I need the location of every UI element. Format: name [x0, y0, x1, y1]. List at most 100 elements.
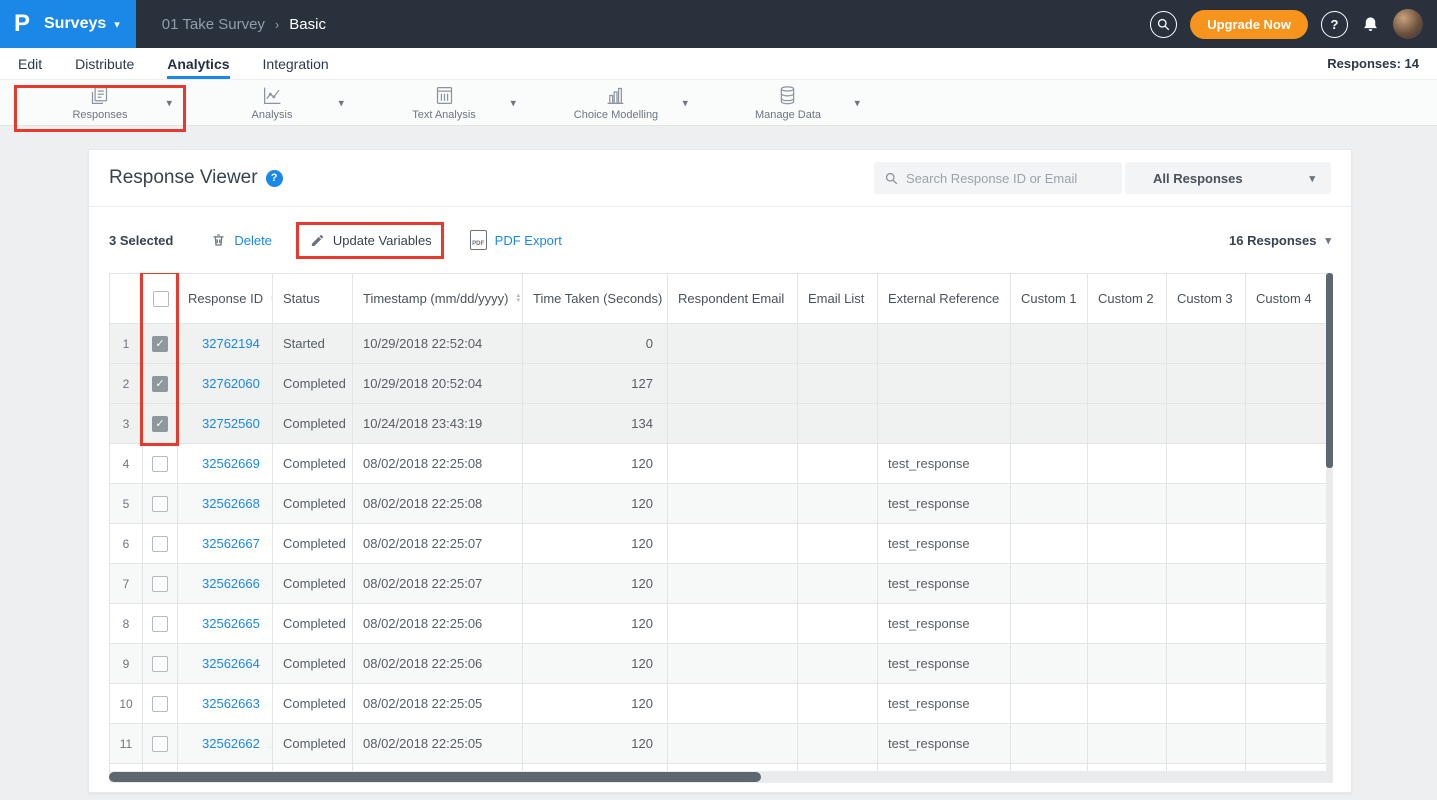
timestamp-cell: 08/02/2018 22:25:06 — [353, 644, 523, 684]
row-checkbox[interactable] — [152, 576, 168, 592]
notifications-button[interactable] — [1361, 15, 1380, 34]
manage-data-dropdown-caret-icon[interactable] — [854, 96, 860, 109]
row-checkbox[interactable] — [152, 536, 168, 552]
external-reference-cell: test_response — [878, 604, 1011, 644]
response-id-link[interactable]: 32562668 — [202, 496, 260, 511]
responses-dropdown-caret-icon[interactable] — [166, 96, 172, 109]
col-response-id[interactable]: Response ID — [178, 274, 273, 324]
response-id-link[interactable]: 32562666 — [202, 576, 260, 591]
toolbar-choice-modelling[interactable]: Choice Modelling — [574, 85, 658, 121]
custom-3-cell — [1167, 324, 1246, 364]
email-list-cell — [798, 484, 878, 524]
manage-data-icon — [776, 85, 799, 106]
toolbar-manage-data[interactable]: Manage Data — [755, 85, 821, 121]
respondent-email-cell — [668, 444, 798, 484]
text-analysis-dropdown-caret-icon[interactable] — [510, 96, 516, 109]
tab-integration[interactable]: Integration — [263, 48, 329, 79]
select-all-checkbox[interactable] — [153, 291, 169, 307]
row-checkbox[interactable] — [152, 496, 168, 512]
time-taken-cell: 0 — [523, 324, 668, 364]
delete-button[interactable]: Delete — [211, 232, 272, 248]
vertical-scrollbar-thumb[interactable] — [1326, 273, 1333, 468]
vertical-scrollbar[interactable] — [1326, 273, 1333, 771]
external-reference-cell: test_response — [878, 444, 1011, 484]
response-id-link[interactable]: 32762194 — [202, 336, 260, 351]
tab-analytics[interactable]: Analytics — [167, 48, 229, 79]
questionpro-logo: P — [0, 10, 44, 38]
toolbar-responses[interactable]: Responses — [72, 85, 127, 121]
toolbar-group-manage-data: Manage Data — [702, 80, 874, 125]
custom-4-cell — [1246, 444, 1327, 484]
search-button[interactable] — [1150, 11, 1177, 38]
custom-3-cell — [1167, 644, 1246, 684]
table-row: 732562666Completed08/02/2018 22:25:07120… — [110, 564, 1327, 604]
toolbar-analysis[interactable]: Analysis — [252, 85, 293, 121]
product-switcher[interactable]: P Surveys — [0, 0, 136, 48]
external-reference-cell — [878, 404, 1011, 444]
col-timestamp-label: Timestamp (mm/dd/yyyy) — [363, 291, 508, 306]
row-number: 2 — [110, 364, 143, 404]
timestamp-cell: 10/29/2018 20:52:04 — [353, 364, 523, 404]
response-id-link[interactable]: 32752560 — [202, 416, 260, 431]
custom-2-cell — [1088, 684, 1167, 724]
row-checkbox[interactable] — [152, 376, 168, 392]
tab-distribute[interactable]: Distribute — [75, 48, 134, 79]
responses-count-dropdown[interactable]: 16 Responses — [1229, 233, 1331, 248]
response-filter-dropdown[interactable]: All Responses — [1125, 162, 1331, 194]
custom-2-cell — [1088, 364, 1167, 404]
response-id-link[interactable]: 32562669 — [202, 456, 260, 471]
response-id-link[interactable]: 32562667 — [202, 536, 260, 551]
custom-1-cell — [1011, 484, 1088, 524]
avatar[interactable] — [1393, 9, 1423, 39]
row-checkbox[interactable] — [152, 416, 168, 432]
breadcrumb-survey-name[interactable]: 01 Take Survey — [162, 16, 265, 33]
update-variables-button[interactable]: Update Variables — [310, 233, 432, 248]
toolbar-text-analysis[interactable]: Text Analysis — [412, 85, 476, 121]
row-checkbox-cell — [143, 444, 178, 484]
table-body: 132762194Started10/29/2018 22:52:0402327… — [110, 324, 1327, 772]
viewer-help-icon[interactable]: ? — [266, 170, 283, 187]
row-checkbox[interactable] — [152, 336, 168, 352]
topbar: P Surveys 01 Take Survey › Basic Upgrade… — [0, 0, 1437, 48]
sort-icon[interactable] — [515, 294, 521, 304]
status-cell: Completed — [273, 684, 353, 724]
row-checkbox[interactable] — [152, 656, 168, 672]
analysis-dropdown-caret-icon[interactable] — [338, 96, 344, 109]
row-checkbox[interactable] — [152, 696, 168, 712]
time-taken-cell: 120 — [523, 524, 668, 564]
response-viewer-card: Response Viewer ? All Responses 3 Select… — [88, 149, 1352, 793]
col-custom-3-label: Custom 3 — [1177, 291, 1233, 306]
response-id-link[interactable]: 32562665 — [202, 616, 260, 631]
response-id-cell: 32562663 — [178, 684, 273, 724]
row-checkbox[interactable] — [152, 616, 168, 632]
pdf-export-button[interactable]: PDF PDF Export — [470, 230, 562, 250]
response-id-cell: 32762060 — [178, 364, 273, 404]
respondent-email-cell — [668, 564, 798, 604]
timestamp-cell: 08/02/2018 22:25:05 — [353, 684, 523, 724]
response-id-link[interactable]: 32562662 — [202, 736, 260, 751]
horizontal-scrollbar[interactable] — [109, 771, 1333, 783]
row-checkbox[interactable] — [152, 456, 168, 472]
status-cell: Completed — [273, 564, 353, 604]
col-external-reference: External Reference — [878, 274, 1011, 324]
col-timestamp[interactable]: Timestamp (mm/dd/yyyy) — [353, 274, 523, 324]
col-time-taken[interactable]: Time Taken (Seconds) — [523, 274, 668, 324]
row-checkbox[interactable] — [152, 736, 168, 752]
responses-icon — [88, 85, 111, 106]
upgrade-now-button[interactable]: Upgrade Now — [1190, 10, 1308, 39]
horizontal-scrollbar-thumb[interactable] — [109, 772, 761, 782]
tab-edit[interactable]: Edit — [18, 48, 42, 79]
table-header-row: Response ID Status Timestamp (mm/dd/yyyy… — [110, 274, 1327, 324]
response-id-cell: 32562662 — [178, 724, 273, 764]
col-email-list: Email List — [798, 274, 878, 324]
responses-table: Response ID Status Timestamp (mm/dd/yyyy… — [109, 273, 1327, 771]
help-button[interactable]: ? — [1321, 11, 1348, 38]
response-id-link[interactable]: 32562664 — [202, 656, 260, 671]
status-cell: Completed — [273, 404, 353, 444]
search-input[interactable] — [906, 171, 1111, 186]
choice-modelling-dropdown-caret-icon[interactable] — [682, 96, 688, 109]
toolbar-manage-data-label: Manage Data — [755, 109, 821, 121]
response-id-link[interactable]: 32762060 — [202, 376, 260, 391]
response-id-link[interactable]: 32562663 — [202, 696, 260, 711]
choice-modelling-icon — [604, 85, 627, 106]
